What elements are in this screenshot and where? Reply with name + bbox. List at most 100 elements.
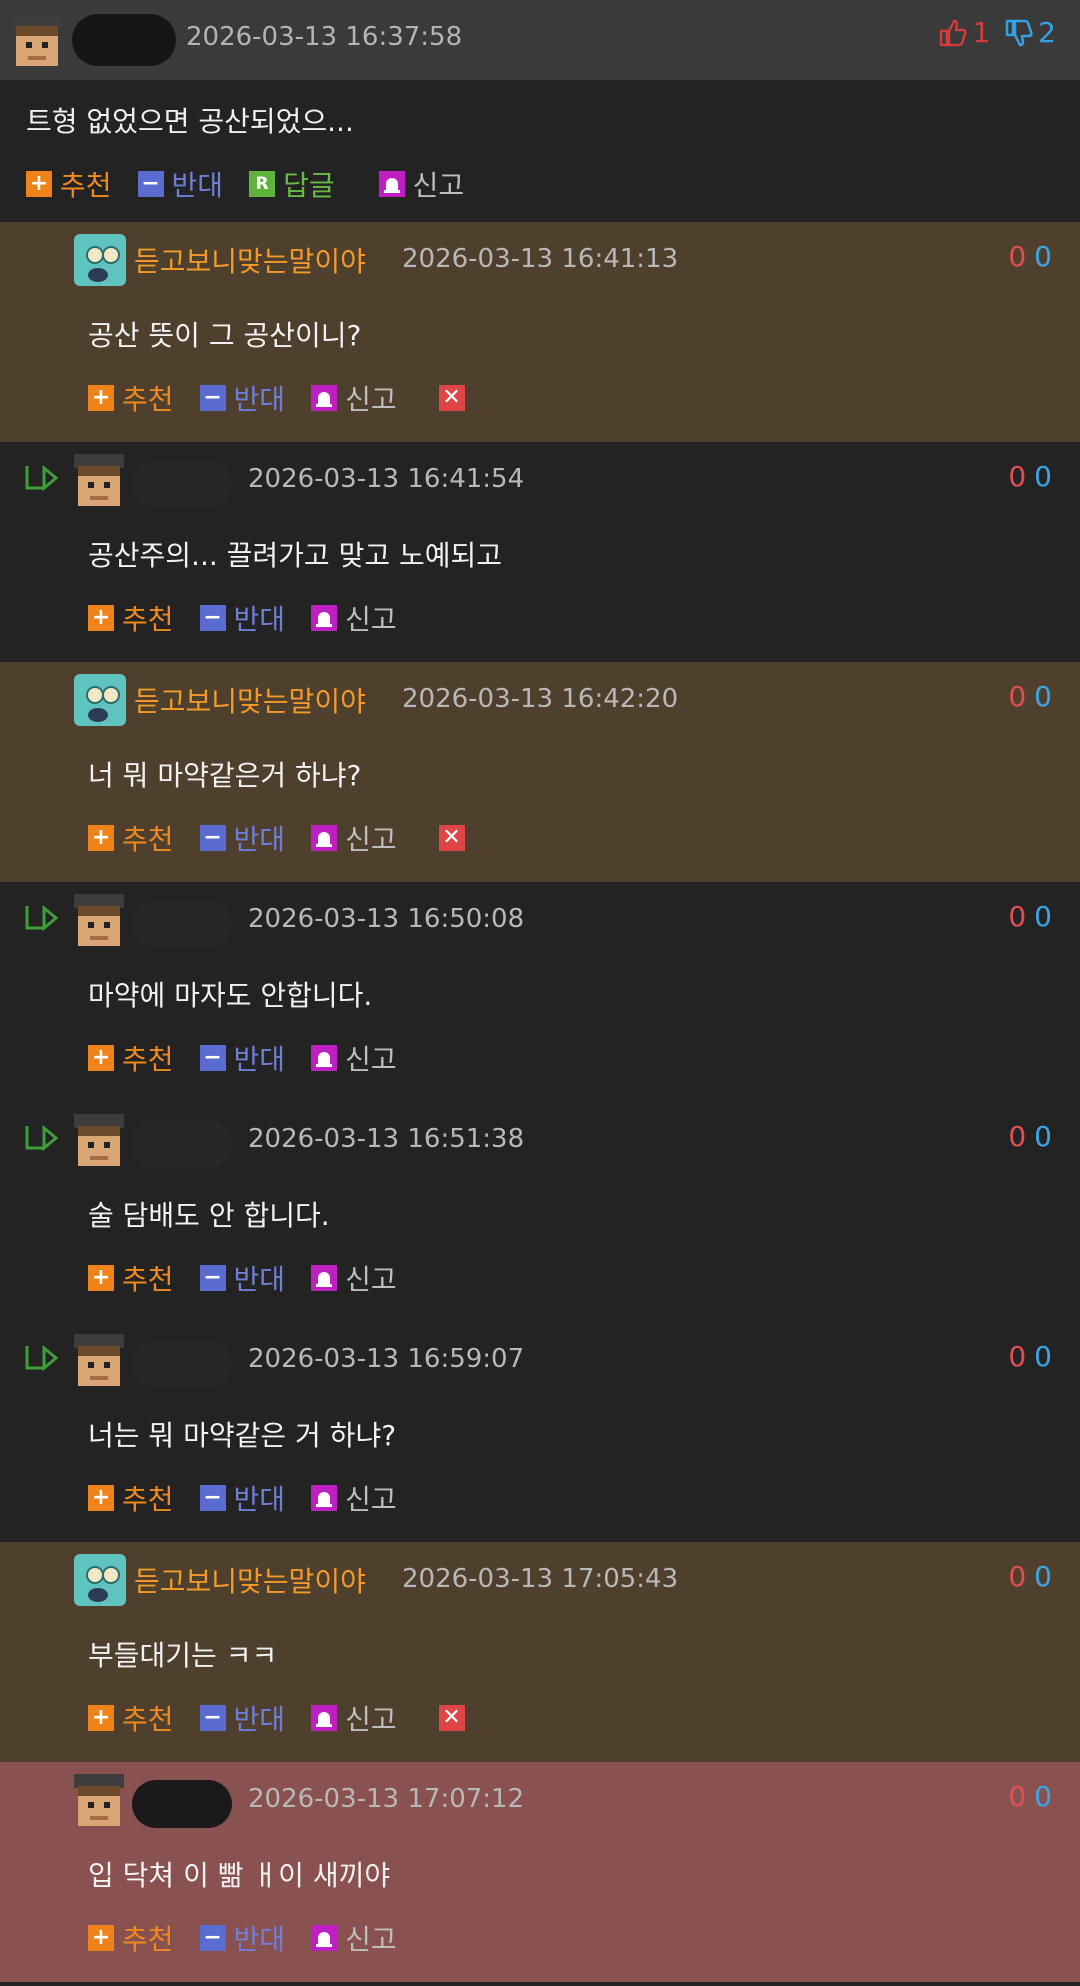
report-label: 신고 — [345, 1043, 397, 1076]
comment-author[interactable]: 듣고보니맞는말이야 — [134, 240, 366, 280]
user-avatar[interactable] — [74, 894, 124, 946]
thumbs-up-icon[interactable] — [938, 18, 968, 48]
reply-arrow-icon — [25, 904, 59, 932]
plus-icon: + — [88, 1705, 114, 1731]
oppose-label: 반대 — [233, 1483, 286, 1516]
user-avatar[interactable] — [74, 1334, 124, 1386]
comment-item: 듣고보니맞는말이야 2026-03-13 17:05:43 0 0 부들대기는 ㅋㅋ + 추… — [0, 1542, 1080, 1762]
oppose-button[interactable]: − 반대 — [199, 1698, 286, 1738]
plus-icon: + — [88, 1485, 114, 1511]
oppose-label: 반대 — [233, 1043, 286, 1076]
oppose-button[interactable]: − 반대 — [199, 598, 285, 638]
user-avatar[interactable] — [12, 14, 62, 66]
comment-votes: 00 — [1008, 1340, 1052, 1373]
comment-item: 듣고보니맞는말이야 2026-03-13 16:42:20 0 0 너 뭐 마약같은거 … — [0, 662, 1080, 882]
comment-downvote-count[interactable]: 0 — [1034, 1560, 1052, 1593]
comment-actions: + 추천 − 반대 신고 — [88, 1258, 423, 1298]
comment-item: 2026-03-13 16:51:38 0 0 술 담배도 안 합니다. + 추천 − 반대 신… — [0, 1102, 1080, 1322]
user-avatar[interactable] — [74, 454, 124, 506]
oppose-label: 반대 — [171, 169, 224, 202]
comment-text: 너 뭐 마약같은거 하냐? — [88, 759, 362, 792]
report-label: 신고 — [345, 603, 397, 636]
comment-downvote-count[interactable]: 0 — [1034, 680, 1052, 713]
recommend-button[interactable]: + 추천 — [88, 818, 174, 858]
oppose-button[interactable]: − 반대 — [137, 164, 224, 204]
oppose-label: 반대 — [233, 1703, 286, 1736]
report-label: 신고 — [345, 823, 397, 856]
report-button[interactable]: 신고 — [311, 1918, 397, 1958]
report-button[interactable]: 신고 — [311, 598, 397, 638]
oppose-button[interactable]: − 반대 — [199, 1918, 285, 1958]
recommend-button[interactable]: + 추천 — [88, 1478, 174, 1518]
minus-icon: − — [199, 1705, 226, 1731]
comment-downvote-count[interactable]: 0 — [1034, 240, 1052, 273]
comment-timestamp: 2026-03-13 17:05:43 — [402, 1564, 679, 1594]
report-button[interactable]: 신고 — [311, 1698, 397, 1738]
recommend-button[interactable]: + 추천 — [88, 1698, 174, 1738]
report-button[interactable]: 신고 — [311, 1258, 397, 1298]
delete-button[interactable]: ✕ — [438, 385, 465, 411]
comment-upvote-count[interactable]: 0 — [1008, 1340, 1026, 1373]
post-text: 트형 없었으면 공산되었으... — [26, 105, 354, 138]
squid-avatar[interactable] — [74, 674, 126, 726]
reply-button[interactable]: R 답글 — [249, 164, 335, 204]
comment-votes: 00 — [1008, 460, 1052, 493]
oppose-button[interactable]: − 반대 — [199, 818, 285, 858]
recommend-button[interactable]: + 추천 — [88, 1038, 174, 1078]
siren-icon — [311, 1485, 338, 1511]
report-button[interactable]: 신고 — [311, 1038, 397, 1078]
comment-timestamp: 2026-03-13 16:42:20 — [402, 684, 679, 714]
comment-text: 공산주의... 끌려가고 맞고 노예되고 — [88, 539, 503, 572]
user-avatar[interactable] — [74, 1114, 124, 1166]
recommend-button[interactable]: + 추천 — [88, 378, 174, 418]
oppose-button[interactable]: − 반대 — [199, 1038, 286, 1078]
report-button[interactable]: 신고 — [311, 818, 397, 858]
recommend-button[interactable]: + 추천 — [88, 1918, 174, 1958]
comment-upvote-count[interactable]: 0 — [1008, 1560, 1026, 1593]
report-button[interactable]: 신고 — [311, 378, 397, 418]
oppose-button[interactable]: − 반대 — [199, 1478, 286, 1518]
blurred-username — [132, 1340, 232, 1388]
reply-label: 답글 — [283, 169, 335, 202]
comment-upvote-count[interactable]: 0 — [1008, 240, 1026, 273]
comment-timestamp: 2026-03-13 16:41:13 — [402, 244, 679, 274]
user-avatar[interactable] — [74, 1774, 124, 1826]
delete-button[interactable]: ✕ — [438, 825, 465, 851]
squid-avatar[interactable] — [74, 1554, 126, 1606]
comment-upvote-count[interactable]: 0 — [1008, 900, 1026, 933]
report-button[interactable]: 신고 — [311, 1478, 397, 1518]
comment-actions: + 추천 − 반대 신고 ✕ — [88, 1698, 491, 1738]
oppose-button[interactable]: − 반대 — [199, 1258, 285, 1298]
recommend-button[interactable]: + 추천 — [26, 164, 112, 204]
recommend-button[interactable]: + 추천 — [88, 1258, 174, 1298]
thumbs-down-icon[interactable] — [1004, 18, 1034, 48]
comment-upvote-count[interactable]: 0 — [1008, 1120, 1026, 1153]
squid-avatar[interactable] — [74, 234, 126, 286]
blurred-username — [132, 1120, 232, 1168]
delete-button[interactable]: ✕ — [438, 1705, 465, 1731]
comment-author[interactable]: 듣고보니맞는말이야 — [134, 680, 366, 720]
recommend-button[interactable]: + 추천 — [88, 598, 174, 638]
siren-icon — [311, 385, 338, 411]
blurred-username — [132, 1780, 232, 1828]
report-button[interactable]: 신고 — [378, 164, 464, 204]
comment-downvote-count[interactable]: 0 — [1034, 900, 1052, 933]
siren-icon — [378, 171, 405, 197]
comment-downvote-count[interactable]: 0 — [1034, 460, 1052, 493]
reply-arrow-icon — [25, 464, 59, 492]
siren-icon — [311, 825, 338, 851]
comment-upvote-count[interactable]: 0 — [1008, 1780, 1026, 1813]
comment-downvote-count[interactable]: 0 — [1034, 1340, 1052, 1373]
comment-upvote-count[interactable]: 0 — [1008, 680, 1026, 713]
minus-icon: − — [199, 385, 226, 411]
comment-downvote-count[interactable]: 0 — [1034, 1780, 1052, 1813]
comment-upvote-count[interactable]: 0 — [1008, 460, 1026, 493]
comment-downvote-count[interactable]: 0 — [1034, 1120, 1052, 1153]
oppose-button[interactable]: − 반대 — [199, 378, 285, 418]
recommend-label: 추천 — [122, 383, 174, 416]
comment-item: 2026-03-13 16:41:54 0 0 공산주의... 끌려가고 맞고 노예되… — [0, 442, 1080, 662]
comment-votes: 00 — [1008, 680, 1052, 713]
comment-text: 입 닥쳐 이 빪 ㅐ이 새끼야 — [88, 1859, 391, 1892]
comment-author[interactable]: 듣고보니맞는말이야 — [134, 1560, 366, 1600]
minus-icon: − — [199, 1485, 226, 1511]
